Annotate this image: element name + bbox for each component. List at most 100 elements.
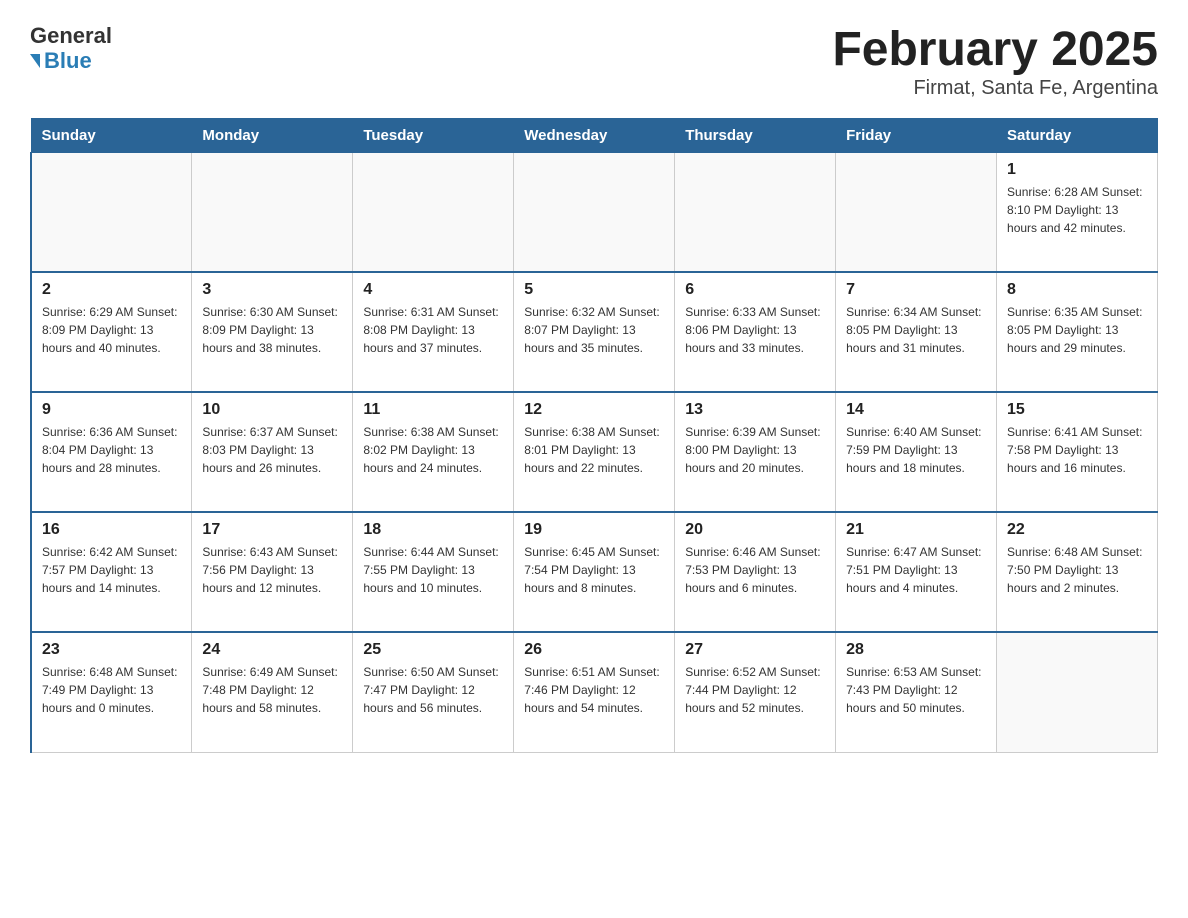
header-thursday: Thursday (675, 118, 836, 152)
day-cell: 18 Sunrise: 6:44 AM Sunset: 7:55 PM Dayli… (353, 512, 514, 632)
day-info: Sunrise: 6:52 AM Sunset: 7:44 PM Dayligh… (685, 663, 825, 717)
day-cell (997, 632, 1158, 752)
header-tuesday: Tuesday (353, 118, 514, 152)
day-number: 10 (202, 401, 342, 419)
logo: General Blue (30, 24, 112, 74)
day-number: 13 (685, 401, 825, 419)
day-cell: 2 Sunrise: 6:29 AM Sunset: 8:09 PM Daylig… (31, 272, 192, 392)
day-number: 22 (1007, 521, 1147, 539)
header-monday: Monday (192, 118, 353, 152)
day-number: 5 (524, 281, 664, 299)
day-number: 24 (202, 641, 342, 659)
day-info: Sunrise: 6:33 AM Sunset: 8:06 PM Dayligh… (685, 303, 825, 357)
day-number: 12 (524, 401, 664, 419)
calendar-table: SundayMondayTuesdayWednesdayThursdayFrid… (30, 118, 1158, 753)
day-number: 23 (42, 641, 181, 659)
day-cell: 1 Sunrise: 6:28 AM Sunset: 8:10 PM Daylig… (997, 152, 1158, 272)
week-row-3: 16 Sunrise: 6:42 AM Sunset: 7:57 PM Dayli… (31, 512, 1158, 632)
day-number: 16 (42, 521, 181, 539)
day-info: Sunrise: 6:47 AM Sunset: 7:51 PM Dayligh… (846, 543, 986, 597)
calendar-title: February 2025 (832, 24, 1158, 77)
header-wednesday: Wednesday (514, 118, 675, 152)
calendar-subtitle: Firmat, Santa Fe, Argentina (832, 77, 1158, 100)
day-cell: 6 Sunrise: 6:33 AM Sunset: 8:06 PM Daylig… (675, 272, 836, 392)
day-cell: 19 Sunrise: 6:45 AM Sunset: 7:54 PM Dayli… (514, 512, 675, 632)
day-cell: 24 Sunrise: 6:49 AM Sunset: 7:48 PM Dayli… (192, 632, 353, 752)
day-number: 2 (42, 281, 181, 299)
day-info: Sunrise: 6:38 AM Sunset: 8:01 PM Dayligh… (524, 423, 664, 477)
day-number: 11 (363, 401, 503, 419)
day-number: 6 (685, 281, 825, 299)
day-cell: 25Sunrise: 6:50 AM Sunset: 7:47 PM Dayli… (353, 632, 514, 752)
day-info: Sunrise: 6:34 AM Sunset: 8:05 PM Dayligh… (846, 303, 986, 357)
day-cell (31, 152, 192, 272)
day-info: Sunrise: 6:44 AM Sunset: 7:55 PM Dayligh… (363, 543, 503, 597)
day-cell (836, 152, 997, 272)
day-number: 17 (202, 521, 342, 539)
day-info: Sunrise: 6:48 AM Sunset: 7:49 PM Dayligh… (42, 663, 181, 717)
week-row-2: 9 Sunrise: 6:36 AM Sunset: 8:04 PM Daylig… (31, 392, 1158, 512)
day-info: Sunrise: 6:35 AM Sunset: 8:05 PM Dayligh… (1007, 303, 1147, 357)
header-saturday: Saturday (997, 118, 1158, 152)
day-cell: 4 Sunrise: 6:31 AM Sunset: 8:08 PM Daylig… (353, 272, 514, 392)
day-cell: 10 Sunrise: 6:37 AM Sunset: 8:03 PM Dayli… (192, 392, 353, 512)
day-info: Sunrise: 6:51 AM Sunset: 7:46 PM Dayligh… (524, 663, 664, 717)
day-cell: 14 Sunrise: 6:40 AM Sunset: 7:59 PM Dayli… (836, 392, 997, 512)
day-info: Sunrise: 6:37 AM Sunset: 8:03 PM Dayligh… (202, 423, 342, 477)
day-number: 25 (363, 641, 503, 659)
header-friday: Friday (836, 118, 997, 152)
day-cell: 28 Sunrise: 6:53 AM Sunset: 7:43 PM Dayli… (836, 632, 997, 752)
day-cell: 5 Sunrise: 6:32 AM Sunset: 8:07 PM Daylig… (514, 272, 675, 392)
day-info: Sunrise: 6:49 AM Sunset: 7:48 PM Dayligh… (202, 663, 342, 717)
day-number: 4 (363, 281, 503, 299)
day-info: Sunrise: 6:29 AM Sunset: 8:09 PM Dayligh… (42, 303, 181, 357)
day-cell: 8 Sunrise: 6:35 AM Sunset: 8:05 PM Daylig… (997, 272, 1158, 392)
day-info: Sunrise: 6:42 AM Sunset: 7:57 PM Dayligh… (42, 543, 181, 597)
logo-general-text: General (30, 24, 112, 48)
day-number: 9 (42, 401, 181, 419)
page-header: General Blue February 2025 Firmat, Santa… (30, 24, 1158, 100)
day-cell: 21 Sunrise: 6:47 AM Sunset: 7:51 PM Dayli… (836, 512, 997, 632)
day-cell: 27 Sunrise: 6:52 AM Sunset: 7:44 PM Dayli… (675, 632, 836, 752)
logo-triangle-icon (30, 54, 40, 68)
day-cell: 9 Sunrise: 6:36 AM Sunset: 8:04 PM Daylig… (31, 392, 192, 512)
day-number: 19 (524, 521, 664, 539)
day-info: Sunrise: 6:43 AM Sunset: 7:56 PM Dayligh… (202, 543, 342, 597)
day-number: 7 (846, 281, 986, 299)
day-number: 8 (1007, 281, 1147, 299)
day-cell: 17 Sunrise: 6:43 AM Sunset: 7:56 PM Dayli… (192, 512, 353, 632)
day-info: Sunrise: 6:28 AM Sunset: 8:10 PM Dayligh… (1007, 183, 1147, 237)
day-info: Sunrise: 6:39 AM Sunset: 8:00 PM Dayligh… (685, 423, 825, 477)
day-info: Sunrise: 6:46 AM Sunset: 7:53 PM Dayligh… (685, 543, 825, 597)
day-info: Sunrise: 6:48 AM Sunset: 7:50 PM Dayligh… (1007, 543, 1147, 597)
day-info: Sunrise: 6:40 AM Sunset: 7:59 PM Dayligh… (846, 423, 986, 477)
day-info: Sunrise: 6:36 AM Sunset: 8:04 PM Dayligh… (42, 423, 181, 477)
day-cell: 12 Sunrise: 6:38 AM Sunset: 8:01 PM Dayli… (514, 392, 675, 512)
day-number: 21 (846, 521, 986, 539)
day-number: 27 (685, 641, 825, 659)
title-block: February 2025 Firmat, Santa Fe, Argentin… (832, 24, 1158, 100)
day-number: 26 (524, 641, 664, 659)
day-cell: 26 Sunrise: 6:51 AM Sunset: 7:46 PM Dayli… (514, 632, 675, 752)
day-cell: 7 Sunrise: 6:34 AM Sunset: 8:05 PM Daylig… (836, 272, 997, 392)
day-cell: 15 Sunrise: 6:41 AM Sunset: 7:58 PM Dayli… (997, 392, 1158, 512)
day-cell: 3 Sunrise: 6:30 AM Sunset: 8:09 PM Daylig… (192, 272, 353, 392)
day-number: 3 (202, 281, 342, 299)
day-info: Sunrise: 6:32 AM Sunset: 8:07 PM Dayligh… (524, 303, 664, 357)
day-info: Sunrise: 6:41 AM Sunset: 7:58 PM Dayligh… (1007, 423, 1147, 477)
day-info: Sunrise: 6:31 AM Sunset: 8:08 PM Dayligh… (363, 303, 503, 357)
week-row-4: 23 Sunrise: 6:48 AM Sunset: 7:49 PM Dayli… (31, 632, 1158, 752)
day-number: 18 (363, 521, 503, 539)
day-number: 14 (846, 401, 986, 419)
day-cell: 20Sunrise: 6:46 AM Sunset: 7:53 PM Dayli… (675, 512, 836, 632)
days-header-row: SundayMondayTuesdayWednesdayThursdayFrid… (31, 118, 1158, 152)
day-info: Sunrise: 6:53 AM Sunset: 7:43 PM Dayligh… (846, 663, 986, 717)
day-cell: 22 Sunrise: 6:48 AM Sunset: 7:50 PM Dayli… (997, 512, 1158, 632)
day-number: 1 (1007, 161, 1147, 179)
header-sunday: Sunday (31, 118, 192, 152)
day-number: 15 (1007, 401, 1147, 419)
day-number: 28 (846, 641, 986, 659)
day-info: Sunrise: 6:30 AM Sunset: 8:09 PM Dayligh… (202, 303, 342, 357)
day-cell: 16 Sunrise: 6:42 AM Sunset: 7:57 PM Dayli… (31, 512, 192, 632)
day-info: Sunrise: 6:45 AM Sunset: 7:54 PM Dayligh… (524, 543, 664, 597)
